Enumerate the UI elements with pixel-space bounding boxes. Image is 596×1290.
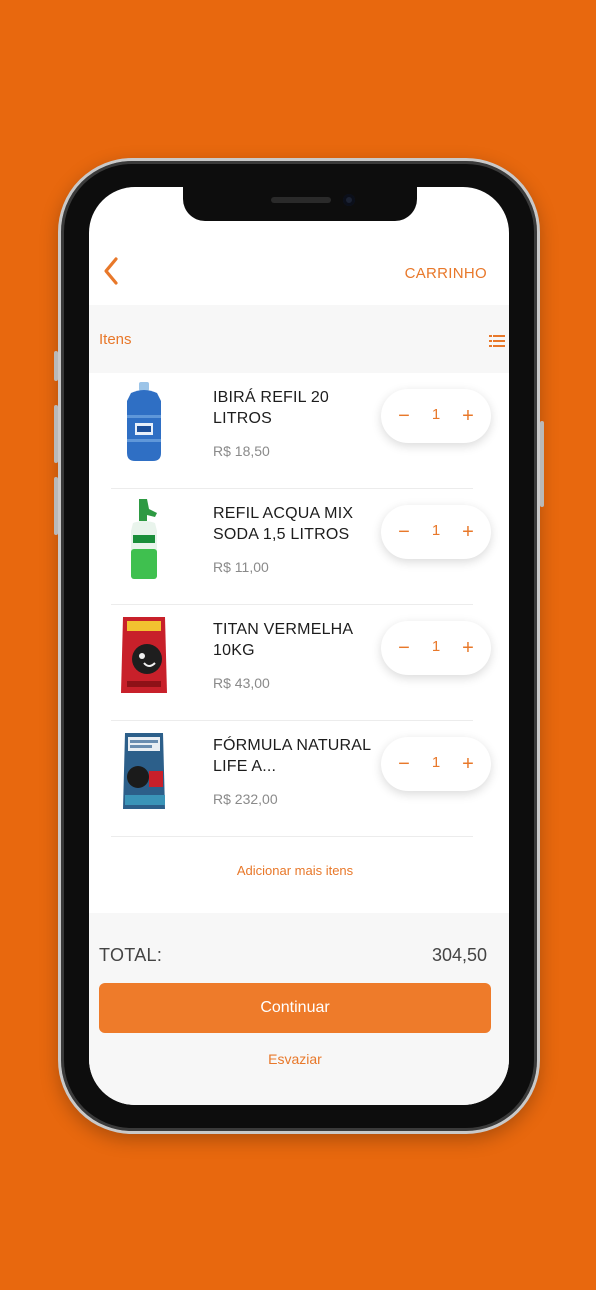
pet-food-bag-image [111, 727, 177, 813]
quantity-value: 1 [431, 754, 441, 771]
cart-item: TITAN VERMELHA 10KG R$ 43,00 − 1 + [89, 605, 509, 721]
page-title: CARRINHO [404, 265, 487, 282]
product-price: R$ 43,00 [213, 675, 270, 691]
section-label: Itens [99, 331, 132, 348]
product-price: R$ 11,00 [213, 559, 269, 575]
continue-button[interactable]: Continuar [99, 983, 491, 1033]
plus-button[interactable]: + [453, 633, 483, 663]
minus-button[interactable]: − [389, 749, 419, 779]
minus-button[interactable]: − [389, 401, 419, 431]
cart-item: IBIRÁ REFIL 20 LITROS R$ 18,50 − 1 + [89, 373, 509, 489]
total-value: 304,50 [431, 945, 487, 965]
plus-button[interactable]: + [453, 517, 483, 547]
product-price: R$ 18,50 [213, 443, 270, 459]
app-header: CARRINHO [89, 249, 509, 305]
quantity-value: 1 [431, 406, 441, 423]
minus-button[interactable]: − [389, 517, 419, 547]
quantity-stepper: − 1 + [381, 737, 491, 791]
power-button [540, 421, 544, 507]
plus-button[interactable]: + [453, 401, 483, 431]
dog-food-bag-image [111, 611, 177, 697]
total-label: TOTAL: [99, 945, 163, 965]
quantity-value: 1 [431, 522, 441, 539]
product-name: TITAN VERMELHA 10KG [213, 621, 353, 659]
list-icon[interactable] [489, 334, 505, 347]
quantity-stepper: − 1 + [381, 389, 491, 443]
notch [183, 187, 417, 221]
cart-item: REFIL ACQUA MIX SODA 1,5 LITROS R$ 11,00… [89, 489, 509, 605]
quantity-stepper: − 1 + [381, 621, 491, 675]
quantity-value: 1 [431, 638, 441, 655]
soda-siphon-image [111, 495, 177, 581]
items-section-header: Itens [89, 305, 509, 373]
volume-up-button [54, 405, 58, 463]
speaker [271, 197, 331, 203]
volume-down-button [54, 477, 58, 535]
mute-switch [54, 351, 58, 381]
product-price: R$ 232,00 [213, 791, 278, 807]
product-name: REFIL ACQUA MIX SODA 1,5 LITROS [213, 505, 354, 543]
phone-frame: CARRINHO Itens IBIRÁ REFIL 20 LITROS R$ … [54, 158, 544, 1134]
cart-footer: TOTAL: 304,50 Continuar Esvaziar [89, 913, 509, 1105]
plus-button[interactable]: + [453, 749, 483, 779]
chevron-left-icon[interactable] [97, 251, 127, 291]
app-screen: CARRINHO Itens IBIRÁ REFIL 20 LITROS R$ … [89, 187, 509, 1105]
water-gallon-image [111, 379, 177, 465]
add-more-items-link[interactable]: Adicionar mais itens [89, 863, 501, 878]
camera [343, 194, 355, 206]
product-name: IBIRÁ REFIL 20 LITROS [213, 389, 330, 427]
product-name: FÓRMULA NATURAL LIFE A... [213, 737, 371, 775]
empty-cart-link[interactable]: Esvaziar [89, 1051, 501, 1067]
cart-items-list: IBIRÁ REFIL 20 LITROS R$ 18,50 − 1 + REF… [89, 373, 509, 837]
cart-item: FÓRMULA NATURAL LIFE A... R$ 232,00 − 1 … [89, 721, 509, 837]
minus-button[interactable]: − [389, 633, 419, 663]
divider [111, 836, 473, 837]
quantity-stepper: − 1 + [381, 505, 491, 559]
